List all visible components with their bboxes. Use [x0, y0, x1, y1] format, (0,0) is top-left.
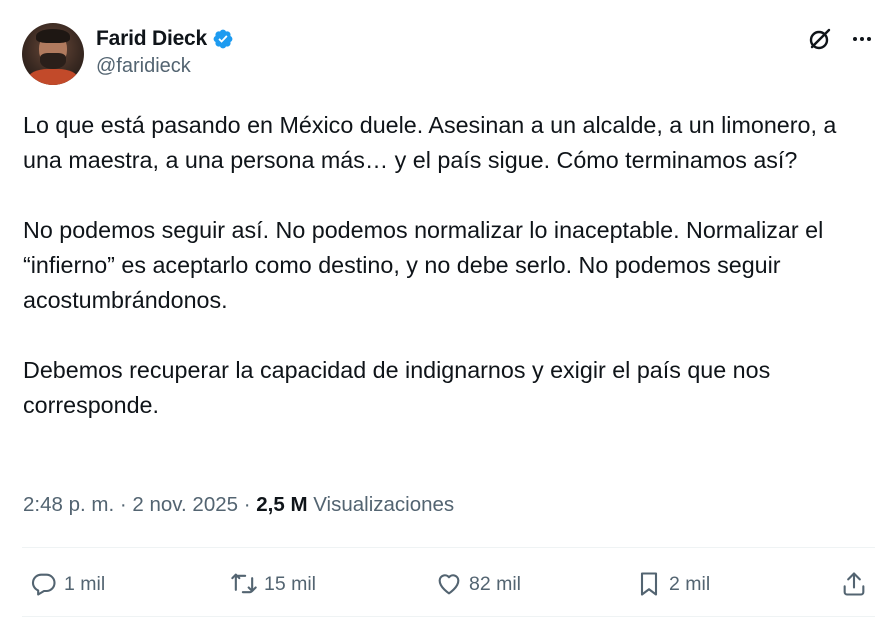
bookmark-icon — [640, 572, 658, 596]
share-icon — [843, 572, 865, 596]
repost-button[interactable]: 15 mil — [230, 565, 316, 603]
more-icon[interactable] — [849, 26, 875, 52]
tweet-paragraph: Debemos recuperar la capacidad de indign… — [23, 357, 771, 418]
avatar-beard — [40, 53, 66, 69]
tweet-paragraph: Lo que está pasando en México duele. Ase… — [23, 112, 837, 173]
like-count: 82 mil — [469, 572, 522, 595]
tweet-paragraph: No podemos seguir así. No podemos normal… — [23, 217, 824, 313]
like-icon — [438, 574, 460, 595]
tweet-text: Lo que está pasando en México duele. Ase… — [23, 108, 873, 423]
views-label: Visualizaciones — [313, 493, 455, 516]
views-count: 2,5 M — [256, 493, 308, 516]
display-name-row: Farid Dieck — [96, 26, 234, 52]
bookmark-button[interactable]: 2 mil — [635, 565, 710, 603]
repost-icon — [231, 573, 257, 594]
tweet-date[interactable]: 2 nov. 2025 — [132, 493, 238, 516]
handle[interactable]: @faridieck — [96, 55, 234, 78]
tweet-time[interactable]: 2:48 p. m. — [23, 493, 114, 516]
divider — [22, 547, 875, 548]
display-name[interactable]: Farid Dieck — [96, 27, 207, 51]
grok-icon[interactable] — [807, 26, 833, 52]
avatar-shirt — [28, 69, 78, 85]
repost-count: 15 mil — [264, 572, 317, 595]
reply-icon — [31, 573, 56, 596]
verified-badge-icon[interactable] — [212, 28, 234, 50]
meta-separator: · — [119, 493, 127, 516]
divider — [22, 616, 875, 617]
action-bar: 1 mil 15 mil 82 mil 2 mil — [30, 565, 875, 603]
tweet-card: Farid Dieck @faridieck Lo que está pasan… — [0, 0, 891, 620]
header-actions — [807, 26, 875, 52]
author-block: Farid Dieck @faridieck — [96, 26, 234, 78]
bookmark-count: 2 mil — [669, 572, 711, 595]
reply-button[interactable]: 1 mil — [30, 565, 105, 603]
reply-count: 1 mil — [64, 572, 106, 595]
meta-separator: · — [243, 493, 251, 516]
tweet-meta: 2:48 p. m. · 2 nov. 2025 · 2,5 M Visuali… — [23, 493, 454, 517]
share-button[interactable] — [840, 565, 868, 603]
like-button[interactable]: 82 mil — [435, 565, 521, 603]
avatar[interactable] — [22, 23, 84, 85]
avatar-hair — [36, 29, 70, 43]
